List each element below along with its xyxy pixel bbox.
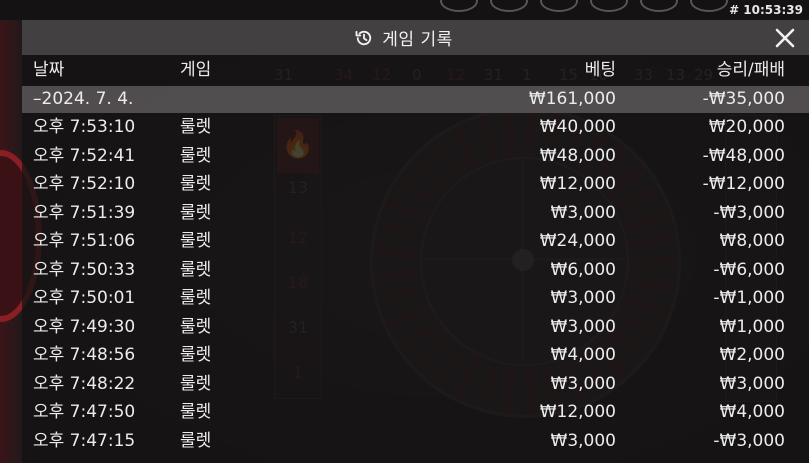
row-bet: ₩4,000 <box>550 345 616 365</box>
row-game: 룰렛 <box>180 202 212 223</box>
row-time: 오후 7:49:30 <box>33 316 136 337</box>
row-time: 오후 7:47:15 <box>33 430 136 451</box>
row-win-loss: -₩3,000 <box>713 430 785 451</box>
row-game: 룰렛 <box>180 231 212 251</box>
row-win-loss: ₩2,000 <box>719 345 785 365</box>
table-row[interactable]: 오후 7:51:06 룰렛 ₩24,000 ₩8,000 <box>22 227 809 256</box>
row-time: 오후 7:47:50 <box>33 402 136 422</box>
table-row[interactable]: 오후 7:49:30 룰렛 ₩3,000 ₩1,000 <box>22 313 809 342</box>
row-win-loss: -₩6,000 <box>713 259 785 280</box>
clock: # 10:53:39 <box>729 3 803 17</box>
row-time: 오후 7:52:41 <box>33 145 136 166</box>
row-time: 오후 7:50:01 <box>33 288 136 308</box>
column-header-win-loss: 승리/패배 <box>716 60 785 80</box>
modal-title: 게임 기록 <box>382 30 453 50</box>
table-row[interactable]: 오후 7:47:50 룰렛 ₩12,000 ₩4,000 <box>22 398 809 427</box>
column-header-game: 게임 <box>180 60 212 80</box>
row-bet: ₩40,000 <box>539 117 616 137</box>
row-game: 룰렛 <box>180 345 212 365</box>
row-win-loss: -₩3,000 <box>713 202 785 223</box>
row-bet: ₩3,000 <box>550 430 616 451</box>
row-game: 룰렛 <box>180 430 212 451</box>
row-bet: ₩3,000 <box>550 288 616 308</box>
row-game: 룰렛 <box>180 373 212 394</box>
table-header: 날짜 게임 베팅 승리/패배 <box>22 55 809 86</box>
table-row[interactable]: 오후 7:50:01 룰렛 ₩3,000 -₩1,000 <box>22 284 809 313</box>
row-win-loss: -₩1,000 <box>713 288 785 308</box>
table-row[interactable]: 오후 7:52:41 룰렛 ₩48,000 -₩48,000 <box>22 142 809 171</box>
row-game: 룰렛 <box>180 145 212 166</box>
close-icon[interactable] <box>773 26 797 50</box>
row-game: 룰렛 <box>180 117 212 137</box>
row-bet: ₩3,000 <box>550 373 616 394</box>
row-game: 룰렛 <box>180 174 212 194</box>
row-bet: ₩6,000 <box>550 259 616 280</box>
table-row[interactable]: 오후 7:50:33 룰렛 ₩6,000 -₩6,000 <box>22 256 809 285</box>
history-icon <box>355 30 372 45</box>
row-win-loss: ₩4,000 <box>719 402 785 422</box>
date-summary-row[interactable]: –2024. 7. 4. ₩161,000 -₩35,000 <box>22 86 809 113</box>
row-win-loss: ₩3,000 <box>719 373 785 394</box>
table-row[interactable]: 오후 7:48:22 룰렛 ₩3,000 ₩3,000 <box>22 370 809 399</box>
row-game: 룰렛 <box>180 402 212 422</box>
top-bar: # 10:53:39 <box>0 0 809 20</box>
table-row[interactable]: 오후 7:53:10 룰렛 ₩40,000 ₩20,000 <box>22 113 809 142</box>
row-win-loss: ₩8,000 <box>719 231 785 251</box>
history-table: 날짜 게임 베팅 승리/패배 –2024. 7. 4. ₩161,000 -₩3… <box>22 55 809 455</box>
row-win-loss: ₩20,000 <box>708 117 785 137</box>
row-time: 오후 7:48:56 <box>33 345 136 365</box>
game-screen: # 10:53:39 3134120123111510331329 🔥 1312… <box>0 0 809 463</box>
row-time: 오후 7:48:22 <box>33 373 136 394</box>
row-bet: ₩12,000 <box>539 174 616 194</box>
row-game: 룰렛 <box>180 259 212 280</box>
row-time: 오후 7:53:10 <box>33 117 136 137</box>
table-row[interactable]: 오후 7:51:39 룰렛 ₩3,000 -₩3,000 <box>22 199 809 228</box>
row-time: 오후 7:50:33 <box>33 259 136 280</box>
column-header-date: 날짜 <box>33 60 65 80</box>
row-bet: ₩12,000 <box>539 402 616 422</box>
row-win-loss: -₩48,000 <box>702 145 785 166</box>
row-bet: ₩24,000 <box>539 231 616 251</box>
row-time: 오후 7:52:10 <box>33 174 136 194</box>
row-game: 룰렛 <box>180 316 212 337</box>
row-game: 룰렛 <box>180 288 212 308</box>
row-win-loss: ₩1,000 <box>719 316 785 337</box>
table-row[interactable]: 오후 7:47:15 룰렛 ₩3,000 -₩3,000 <box>22 427 809 456</box>
row-time: 오후 7:51:39 <box>33 202 136 223</box>
summary-date: –2024. 7. 4. <box>33 89 134 109</box>
row-time: 오후 7:51:06 <box>33 231 136 251</box>
summary-bet-total: ₩161,000 <box>528 89 616 109</box>
game-history-modal: 게임 기록 날짜 게임 베팅 승리/패배 –2024. 7. 4. ₩161,0… <box>22 20 809 463</box>
table-row[interactable]: 오후 7:52:10 룰렛 ₩12,000 -₩12,000 <box>22 170 809 199</box>
column-header-bet: 베팅 <box>584 60 616 80</box>
row-bet: ₩48,000 <box>539 145 616 166</box>
row-bet: ₩3,000 <box>550 316 616 337</box>
table-row[interactable]: 오후 7:48:56 룰렛 ₩4,000 ₩2,000 <box>22 341 809 370</box>
row-bet: ₩3,000 <box>550 202 616 223</box>
row-win-loss: -₩12,000 <box>702 174 785 194</box>
summary-win-loss-total: -₩35,000 <box>702 89 785 109</box>
modal-header: 게임 기록 <box>22 20 809 55</box>
